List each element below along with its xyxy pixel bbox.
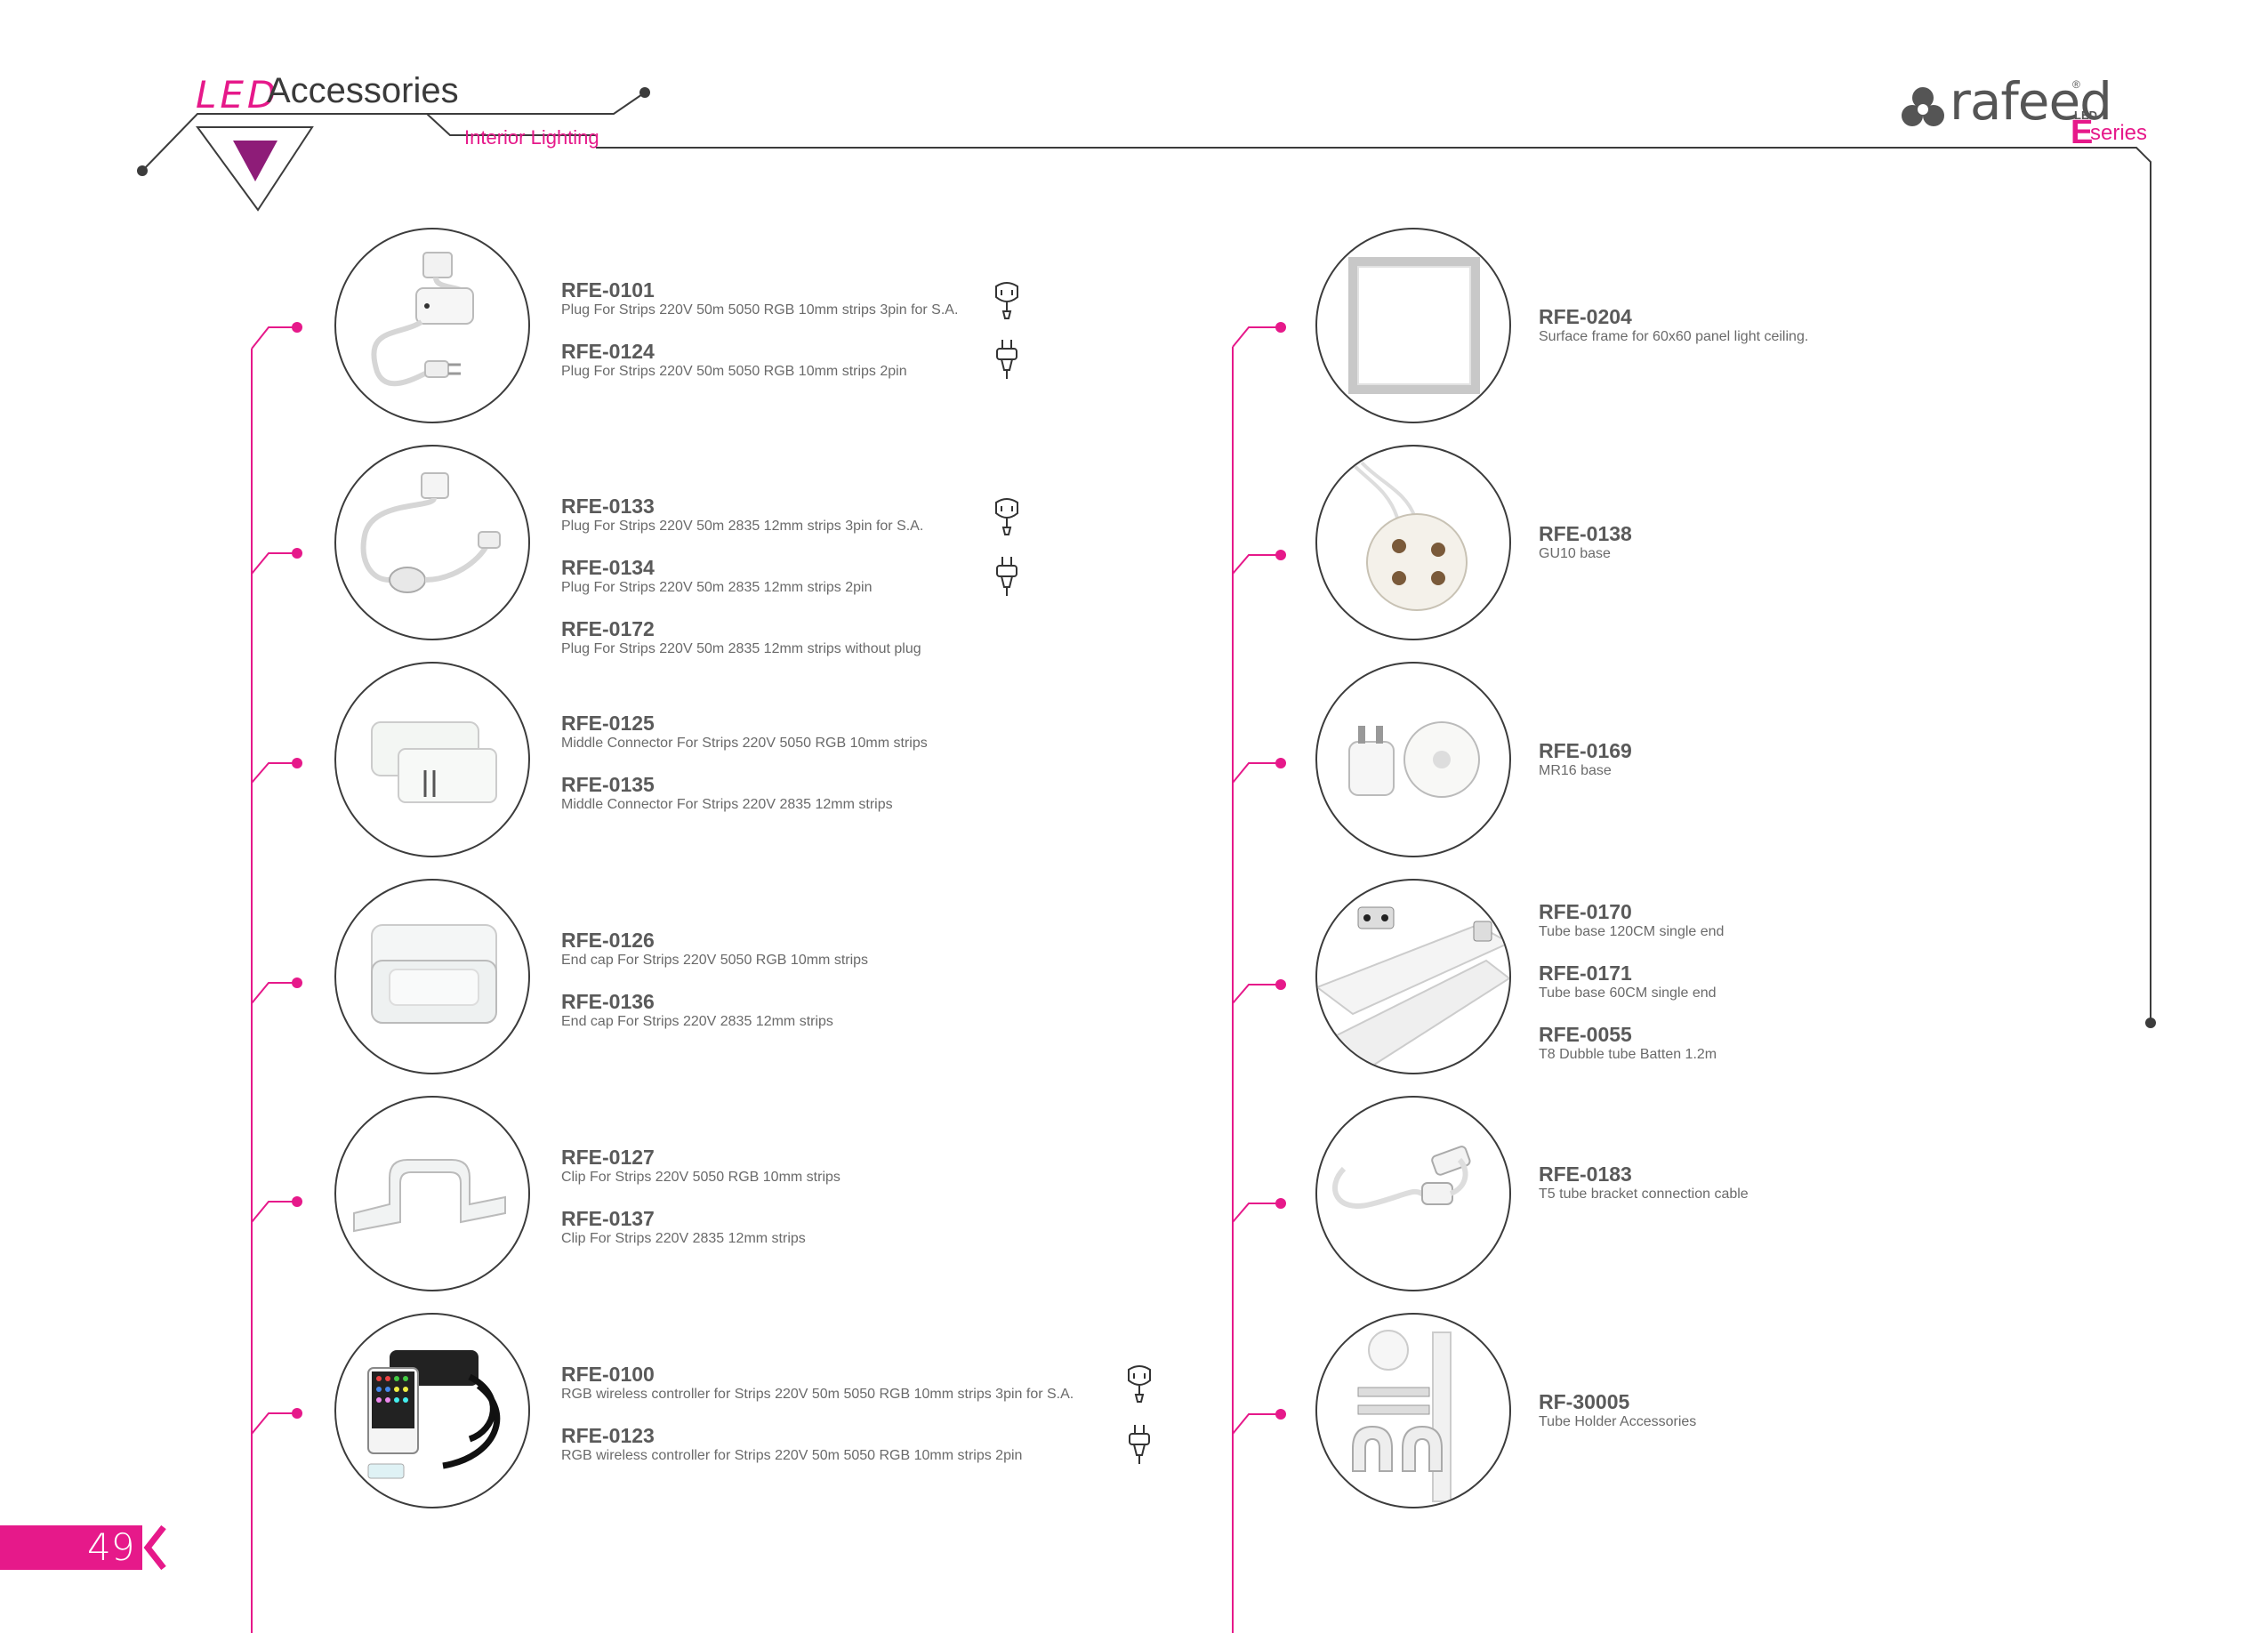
product-description: Surface frame for 60x60 panel light ceil…	[1539, 329, 1809, 344]
2pin-plug-icon	[1129, 1425, 1150, 1464]
product-group-3-text: RFE-0125 Middle Connector For Strips 220…	[561, 712, 928, 834]
product-description: GU10 base	[1539, 546, 1611, 561]
product-code: RFE-0171	[1539, 961, 1632, 985]
product-code: RFE-0124	[561, 340, 655, 363]
product-code: RFE-0204	[1539, 305, 1632, 328]
logo-series: series	[2090, 121, 2148, 145]
product-code: RFE-0136	[561, 990, 655, 1013]
product-image-tube-holder	[1315, 1313, 1511, 1508]
chevron-left-icon	[143, 1524, 166, 1571]
product-image-strip-plug-controller	[334, 228, 530, 423]
2pin-plug-icon	[996, 557, 1017, 596]
product-code: RFE-0134	[561, 556, 655, 579]
product-code: RFE-0137	[561, 1207, 655, 1230]
product-code: RFE-0123	[561, 1424, 655, 1447]
logo-registered: ®	[2072, 78, 2080, 91]
product-group-r5-text: RFE-0183 T5 tube bracket connection cabl…	[1539, 1162, 1749, 1224]
product-code: RFE-0133	[561, 495, 655, 518]
product-description: RGB wireless controller for Strips 220V …	[561, 1448, 1023, 1463]
product-image-t5-connection-cable	[1315, 1096, 1511, 1291]
product-image-middle-connector	[334, 662, 530, 857]
product-code: RFE-0101	[561, 278, 655, 302]
product-description: RGB wireless controller for Strips 220V …	[561, 1387, 1074, 1402]
product-group-6-text: RFE-0100 RGB wireless controller for Str…	[561, 1363, 1074, 1485]
product-image-strip-plug-cable	[334, 445, 530, 640]
product-code: RFE-0126	[561, 929, 655, 952]
product-code: RFE-0055	[1539, 1023, 1632, 1046]
product-description: T5 tube bracket connection cable	[1539, 1187, 1749, 1202]
product-code: RFE-0169	[1539, 739, 1632, 762]
product-group-r1-text: RFE-0204 Surface frame for 60x60 panel l…	[1539, 305, 1808, 366]
product-image-end-cap	[334, 879, 530, 1074]
product-description: Plug For Strips 220V 50m 2835 12mm strip…	[561, 580, 873, 595]
product-description: Middle Connector For Strips 220V 2835 12…	[561, 797, 893, 812]
product-group-5-text: RFE-0127 Clip For Strips 220V 5050 RGB 1…	[561, 1146, 840, 1268]
product-image-tube-base	[1315, 879, 1511, 1074]
logo-mark-icon	[1902, 87, 1944, 126]
product-description: Plug For Strips 220V 50m 5050 RGB 10mm s…	[561, 302, 959, 318]
page-subtitle: Interior Lighting	[464, 126, 599, 149]
product-image-strip-clip	[334, 1096, 530, 1291]
product-code: RFE-0138	[1539, 522, 1632, 545]
product-code: RFE-0135	[561, 773, 655, 796]
product-description: Tube Holder Accessories	[1539, 1414, 1697, 1429]
product-description: End cap For Strips 220V 5050 RGB 10mm st…	[561, 953, 869, 968]
product-group-4-text: RFE-0126 End cap For Strips 220V 5050 RG…	[561, 929, 868, 1051]
product-image-gu10-base	[1315, 445, 1511, 640]
product-group-r2-text: RFE-0138 GU10 base	[1539, 522, 1632, 583]
page-title: Accessories	[267, 71, 459, 110]
page-number: 49	[87, 1525, 135, 1569]
product-group-r6-text: RF-30005 Tube Holder Accessories	[1539, 1390, 1696, 1452]
product-description: Plug For Strips 220V 50m 2835 12mm strip…	[561, 519, 924, 534]
product-code: RF-30005	[1539, 1390, 1630, 1413]
product-group-r4-text: RFE-0170 Tube base 120CM single end RFE-…	[1539, 900, 1724, 1084]
product-description: Plug For Strips 220V 50m 2835 12mm strip…	[561, 641, 921, 656]
product-group-2-text: RFE-0133 Plug For Strips 220V 50m 2835 1…	[561, 495, 923, 679]
product-code: RFE-0100	[561, 1363, 655, 1386]
3pin-plug-icon	[995, 282, 1018, 319]
product-description: Clip For Strips 220V 2835 12mm strips	[561, 1231, 806, 1246]
3pin-plug-icon	[1128, 1365, 1151, 1403]
product-description: Plug For Strips 220V 50m 5050 RGB 10mm s…	[561, 364, 907, 379]
3pin-plug-icon	[995, 498, 1018, 535]
product-description: Middle Connector For Strips 220V 5050 RG…	[561, 736, 928, 751]
product-group-r3-text: RFE-0169 MR16 base	[1539, 739, 1632, 800]
product-description: Tube base 60CM single end	[1539, 985, 1717, 1001]
product-description: T8 Dubble tube Batten 1.2m	[1539, 1047, 1717, 1062]
product-code: RFE-0127	[561, 1146, 655, 1169]
product-image-mr16-base	[1315, 662, 1511, 857]
product-code: RFE-0172	[561, 617, 655, 640]
product-group-1-text: RFE-0101 Plug For Strips 220V 50m 5050 R…	[561, 278, 958, 401]
product-description: End cap For Strips 220V 2835 12mm strips	[561, 1014, 833, 1029]
product-description: Tube base 120CM single end	[1539, 924, 1725, 939]
product-code: RFE-0170	[1539, 900, 1632, 923]
product-code: RFE-0183	[1539, 1162, 1632, 1186]
product-image-surface-frame	[1315, 228, 1511, 423]
rafeed-logo: rafeed ® LED E series	[1898, 71, 2165, 151]
product-code: RFE-0125	[561, 712, 655, 735]
2pin-plug-icon	[996, 340, 1017, 379]
product-description: Clip For Strips 220V 5050 RGB 10mm strip…	[561, 1170, 840, 1185]
product-description: MR16 base	[1539, 763, 1612, 778]
product-image-rgb-remote-controller	[334, 1313, 530, 1508]
